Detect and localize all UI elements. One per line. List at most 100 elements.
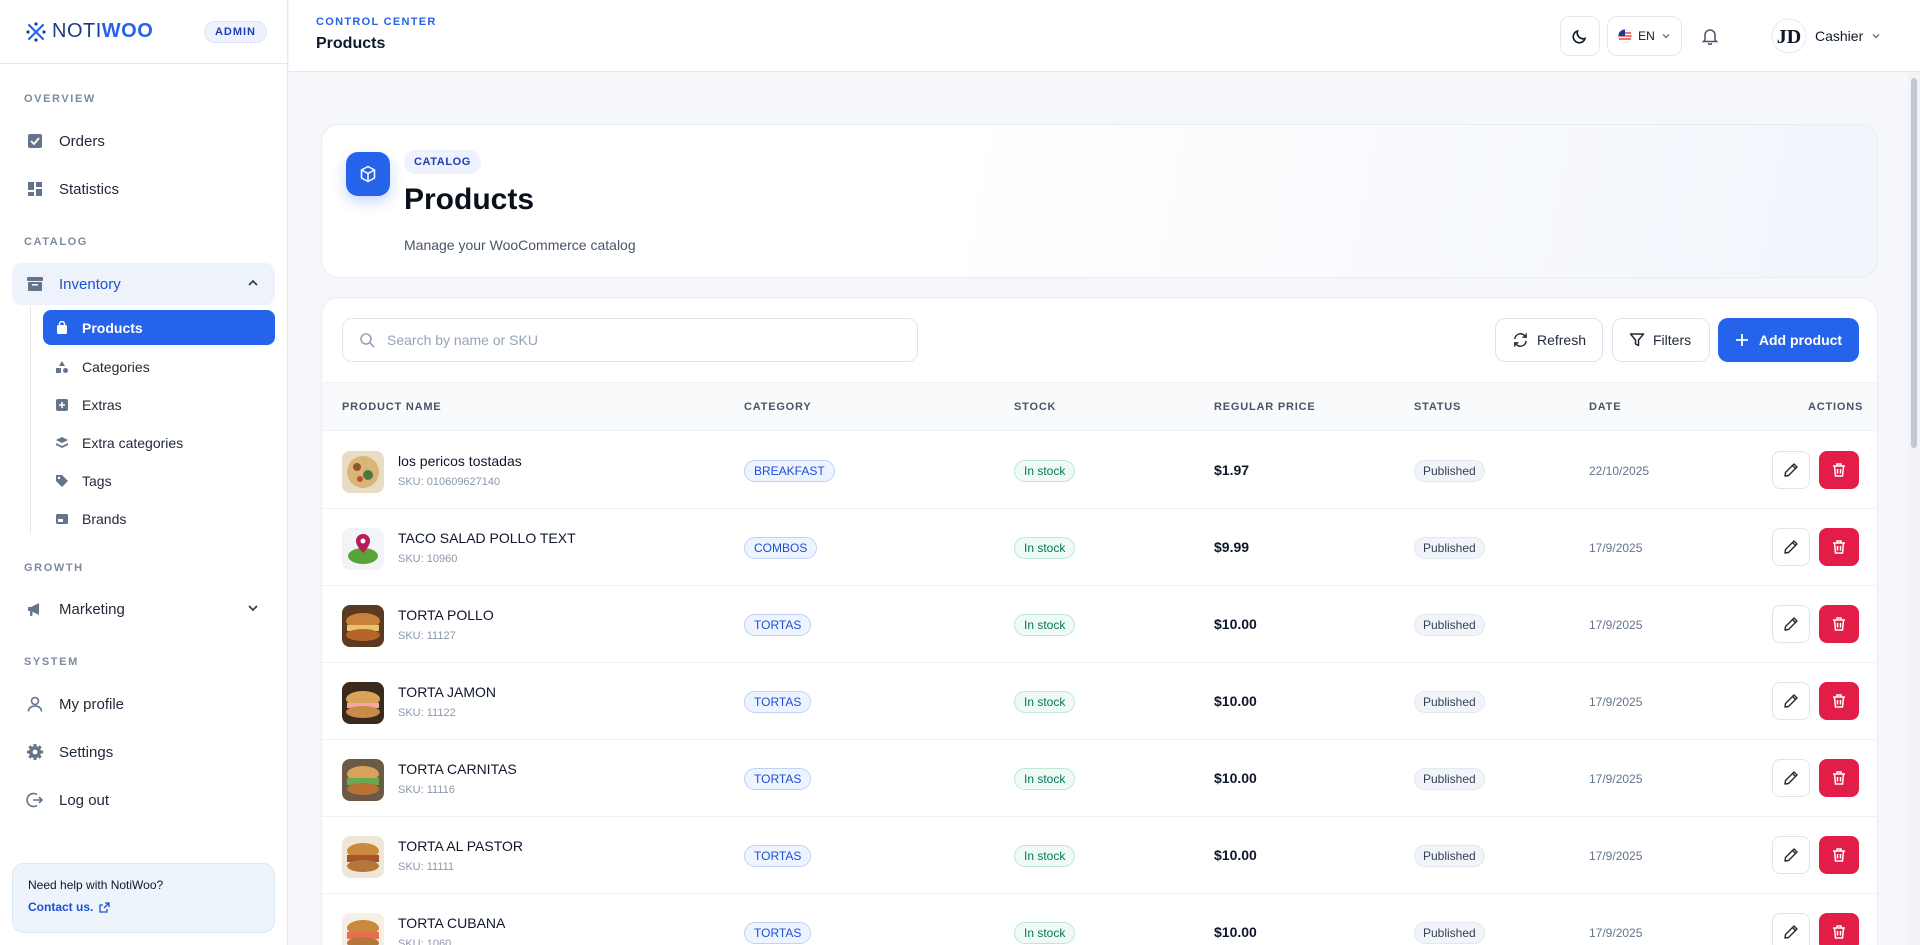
sidebar-subitem-products[interactable]: Products [43, 310, 275, 345]
pencil-icon [1784, 463, 1798, 477]
delete-button[interactable] [1819, 605, 1859, 643]
hero-title: Products [404, 183, 535, 216]
sidebar-subitem-categories[interactable]: Categories [43, 349, 275, 384]
sidebar-subitem-tags[interactable]: Tags [43, 463, 275, 498]
edit-button[interactable] [1772, 605, 1810, 643]
stock-badge: In stock [1014, 460, 1076, 482]
delete-button[interactable] [1819, 528, 1859, 566]
filters-button[interactable]: Filters [1612, 318, 1710, 362]
megaphone-icon [26, 600, 44, 618]
edit-button[interactable] [1772, 682, 1810, 720]
theme-toggle-button[interactable] [1560, 16, 1600, 56]
product-thumbnail [342, 913, 384, 945]
notifications-button[interactable] [1692, 16, 1728, 56]
sidebar-subitem-brands[interactable]: Brands [43, 501, 275, 536]
language-select[interactable]: EN [1607, 16, 1682, 56]
category-badge: TORTAS [744, 922, 812, 944]
product-name[interactable]: TORTA CUBANA [398, 915, 505, 931]
stock-badge: In stock [1014, 845, 1076, 867]
edit-button[interactable] [1772, 451, 1810, 489]
section-label-overview: OVERVIEW [24, 93, 96, 105]
edit-button[interactable] [1772, 836, 1810, 874]
flag-us-icon [1618, 29, 1633, 43]
product-thumbnail [342, 836, 384, 878]
table-row[interactable]: los pericos tostadas SKU: 010609627140 B… [322, 432, 1877, 509]
contact-us-link[interactable]: Contact us. [28, 900, 259, 914]
sidebar-subitem-label: Extras [82, 396, 122, 413]
table-row[interactable]: TACO SALAD POLLO TEXT SKU: 10960 COMBOS … [322, 509, 1877, 586]
sidebar-subitem-extras[interactable]: Extras [43, 387, 275, 422]
logo-text[interactable]: NOTIWOO [52, 20, 153, 43]
dashboard-icon [26, 180, 44, 198]
card-icon [55, 512, 69, 526]
product-date: 17/9/2025 [1589, 926, 1643, 940]
category-badge: TORTAS [744, 614, 812, 636]
edit-button[interactable] [1772, 913, 1810, 945]
sidebar-subitem-extra-categories[interactable]: Extra categories [43, 425, 275, 460]
add-product-label: Add product [1758, 332, 1843, 348]
product-name[interactable]: TORTA CARNITAS [398, 761, 517, 777]
column-header-stock[interactable]: STOCK [1014, 401, 1056, 413]
cube-icon [346, 152, 390, 196]
product-name[interactable]: TORTA AL PASTOR [398, 838, 523, 854]
add-product-button[interactable]: Add product [1718, 318, 1859, 362]
table-row[interactable]: TORTA AL PASTOR SKU: 11111 TORTAS In sto… [322, 817, 1877, 894]
role-badge: ADMIN [203, 20, 267, 43]
product-thumbnail [342, 605, 384, 647]
product-name[interactable]: los pericos tostadas [398, 453, 522, 469]
product-sku: SKU: 010609627140 [398, 476, 501, 488]
table-row[interactable]: TORTA JAMON SKU: 11122 TORTAS In stock $… [322, 663, 1877, 740]
table-row[interactable]: TORTA POLLO SKU: 11127 TORTAS In stock $… [322, 586, 1877, 663]
sidebar-item-inventory[interactable]: Inventory [12, 263, 275, 305]
sidebar-item-marketing[interactable]: Marketing [12, 588, 275, 630]
edit-button[interactable] [1772, 759, 1810, 797]
pencil-icon [1784, 771, 1798, 785]
chevron-down-icon [1872, 34, 1880, 39]
sidebar-item-log-out[interactable]: Log out [12, 779, 275, 821]
product-date: 17/9/2025 [1589, 772, 1643, 786]
column-header-regular-price[interactable]: REGULAR PRICE [1214, 401, 1315, 413]
search-box[interactable] [342, 318, 918, 362]
refresh-button[interactable]: Refresh [1495, 318, 1603, 362]
table-row[interactable]: TORTA CARNITAS SKU: 11116 TORTAS In stoc… [322, 740, 1877, 817]
refresh-icon [1514, 333, 1527, 347]
column-header-status[interactable]: STATUS [1414, 401, 1461, 413]
trash-icon [1833, 771, 1845, 785]
bell-icon [1701, 29, 1719, 45]
regular-price: $10.00 [1214, 924, 1257, 940]
search-input[interactable] [387, 332, 887, 348]
sidebar-item-settings[interactable]: Settings [12, 731, 275, 773]
table-row[interactable]: TORTA CUBANA SKU: 1060 TORTAS In stock $… [322, 894, 1877, 945]
logo-icon [26, 21, 46, 42]
column-header-product-name[interactable]: PRODUCT NAME [342, 401, 441, 413]
stock-badge: In stock [1014, 768, 1076, 790]
scrollbar-thumb[interactable] [1911, 78, 1917, 448]
product-name[interactable]: TORTA JAMON [398, 684, 496, 700]
delete-button[interactable] [1819, 682, 1859, 720]
edit-button[interactable] [1772, 528, 1810, 566]
delete-button[interactable] [1819, 836, 1859, 874]
delete-button[interactable] [1819, 451, 1859, 489]
bag-icon [55, 320, 69, 335]
delete-button[interactable] [1819, 759, 1859, 797]
scrollbar[interactable] [1908, 72, 1920, 945]
product-sku: SKU: 11116 [398, 784, 455, 796]
column-header-date[interactable]: DATE [1589, 401, 1621, 413]
shapes-icon [55, 360, 69, 374]
product-name[interactable]: TORTA POLLO [398, 607, 494, 623]
user-name: Cashier [1815, 28, 1864, 44]
regular-price: $10.00 [1214, 616, 1257, 632]
sidebar-item-statistics[interactable]: Statistics [12, 168, 275, 210]
sidebar-item-label: Orders [59, 132, 105, 150]
submenu-guide-line [30, 306, 31, 534]
sidebar-item-orders[interactable]: Orders [12, 120, 275, 162]
user-menu[interactable]: JD Cashier [1771, 18, 1881, 54]
sidebar-item-my-profile[interactable]: My profile [12, 683, 275, 725]
chevron-up-icon [247, 277, 259, 292]
product-date: 17/9/2025 [1589, 695, 1643, 709]
pencil-icon [1784, 694, 1798, 708]
column-header-category[interactable]: CATEGORY [744, 401, 812, 413]
product-name[interactable]: TACO SALAD POLLO TEXT [398, 530, 576, 546]
sidebar-item-label: Settings [59, 743, 114, 761]
delete-button[interactable] [1819, 913, 1859, 945]
